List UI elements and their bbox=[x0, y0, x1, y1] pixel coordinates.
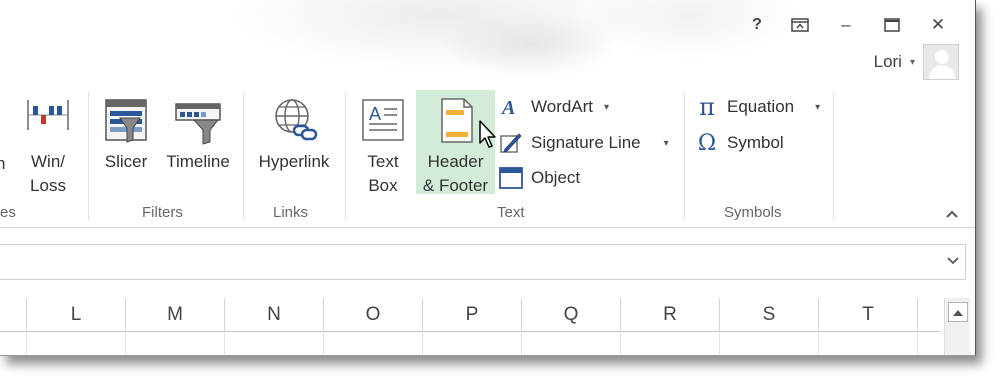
cell[interactable] bbox=[621, 333, 720, 355]
winloss-sparkline-button[interactable]: Win/ Loss bbox=[22, 96, 74, 198]
minimize-button[interactable]: – bbox=[823, 12, 869, 38]
chevron-down-icon[interactable]: ▾ bbox=[910, 57, 915, 68]
svg-text:A: A bbox=[500, 97, 515, 118]
window-controls: ? – ✕ bbox=[737, 12, 961, 38]
text-box-label-1: Text bbox=[367, 152, 399, 171]
winloss-icon bbox=[24, 96, 72, 146]
account-area[interactable]: Lori ▾ bbox=[874, 44, 959, 80]
hyperlink-button[interactable]: Hyperlink bbox=[252, 96, 336, 174]
chevron-down-icon[interactable]: ▾ bbox=[815, 102, 820, 113]
hyperlink-label: Hyperlink bbox=[258, 152, 330, 171]
cell[interactable] bbox=[27, 333, 126, 355]
wordart-icon: A bbox=[498, 94, 524, 120]
column-header[interactable]: M bbox=[126, 298, 225, 332]
equation-button[interactable]: π Equation ▾ bbox=[694, 92, 820, 122]
object-label: Object bbox=[531, 168, 581, 187]
object-icon bbox=[498, 165, 524, 191]
group-label-text: Text bbox=[497, 204, 525, 221]
slicer-button[interactable]: Slicer bbox=[100, 96, 152, 174]
group-divider bbox=[345, 92, 346, 220]
winloss-label-1: Win/ bbox=[31, 152, 65, 171]
worksheet-grid: L M N O P Q R S T bbox=[0, 298, 940, 355]
text-box-label-2: Box bbox=[368, 176, 398, 195]
header-footer-icon bbox=[432, 96, 480, 146]
excel-window: ? – ✕ Lori ▾ Win/ Loss es Slicer Timelin… bbox=[0, 0, 976, 356]
slicer-icon bbox=[102, 96, 150, 146]
wordart-button[interactable]: A WordArt ▾ bbox=[498, 92, 609, 122]
formula-bar-input[interactable] bbox=[0, 244, 966, 280]
maximize-icon bbox=[884, 18, 900, 32]
group-divider bbox=[684, 92, 685, 220]
scroll-up-button[interactable] bbox=[948, 302, 968, 322]
object-button[interactable]: Object bbox=[498, 163, 580, 193]
cell[interactable] bbox=[819, 333, 918, 355]
symbol-button[interactable]: Ω Symbol bbox=[694, 128, 784, 158]
column-headers: L M N O P Q R S T bbox=[0, 298, 940, 332]
slicer-label: Slicer bbox=[104, 152, 148, 171]
group-divider bbox=[833, 92, 834, 220]
close-button[interactable]: ✕ bbox=[915, 12, 961, 38]
table-row bbox=[0, 333, 940, 355]
title-bar: ? – ✕ Lori ▾ bbox=[0, 0, 975, 86]
timeline-button[interactable]: Timeline bbox=[160, 96, 236, 174]
cell[interactable] bbox=[423, 333, 522, 355]
group-label-filters: Filters bbox=[142, 204, 183, 221]
partial-sparkline-label: n bbox=[0, 152, 5, 176]
cell[interactable] bbox=[324, 333, 423, 355]
column-header[interactable]: N bbox=[225, 298, 324, 332]
text-box-icon: A bbox=[359, 96, 407, 146]
column-header[interactable]: S bbox=[720, 298, 819, 332]
collapse-ribbon-button[interactable] bbox=[945, 206, 959, 222]
mouse-cursor-icon bbox=[479, 120, 496, 148]
chevron-down-icon: ▾ bbox=[604, 101, 610, 113]
text-box-button[interactable]: A Text Box bbox=[356, 96, 410, 198]
equation-label: Equation bbox=[727, 97, 795, 116]
cell[interactable] bbox=[126, 333, 225, 355]
group-label-links: Links bbox=[273, 204, 309, 221]
group-divider bbox=[243, 92, 244, 220]
partial-sparkline-button[interactable]: n bbox=[0, 152, 5, 176]
group-label-symbols: Symbols bbox=[724, 204, 782, 221]
avatar[interactable] bbox=[923, 44, 959, 80]
help-button[interactable]: ? bbox=[737, 12, 777, 38]
triangle-up-icon bbox=[953, 309, 963, 316]
group-label-sparklines: es bbox=[0, 204, 16, 221]
signature-line-label: Signature Line bbox=[531, 133, 641, 152]
signature-pen-icon bbox=[498, 130, 524, 156]
svg-text:A: A bbox=[369, 104, 381, 124]
timeline-label: Timeline bbox=[166, 152, 230, 171]
cell[interactable] bbox=[522, 333, 621, 355]
expand-formula-bar-icon[interactable] bbox=[947, 253, 959, 268]
header-footer-label-2: & Footer bbox=[422, 176, 489, 195]
vertical-scrollbar[interactable] bbox=[944, 298, 970, 355]
cell[interactable] bbox=[225, 333, 324, 355]
chevron-down-icon[interactable]: ▾ bbox=[664, 138, 669, 149]
column-header[interactable]: T bbox=[819, 298, 918, 332]
pi-icon: π bbox=[699, 93, 715, 121]
symbol-label: Symbol bbox=[727, 133, 784, 152]
cell[interactable] bbox=[720, 333, 819, 355]
column-header[interactable]: R bbox=[621, 298, 720, 332]
chevron-up-icon bbox=[946, 210, 958, 218]
omega-icon: Ω bbox=[697, 130, 717, 156]
group-divider bbox=[88, 92, 89, 220]
header-footer-label-1: Header bbox=[427, 152, 484, 171]
column-header[interactable]: L bbox=[27, 298, 126, 332]
maximize-button[interactable] bbox=[869, 12, 915, 38]
signature-line-button[interactable]: Signature Line ▾ bbox=[498, 128, 669, 158]
winloss-label-2: Loss bbox=[30, 176, 66, 195]
timeline-icon bbox=[174, 96, 222, 146]
column-header[interactable]: Q bbox=[522, 298, 621, 332]
globe-link-icon bbox=[270, 96, 318, 146]
user-name[interactable]: Lori bbox=[874, 52, 902, 72]
column-header[interactable]: P bbox=[423, 298, 522, 332]
ribbon-insert-tab: n Win/ Loss es bbox=[0, 86, 975, 228]
ribbon-display-options-button[interactable] bbox=[777, 12, 823, 38]
wordart-label: WordArt bbox=[531, 97, 594, 116]
column-header[interactable]: O bbox=[324, 298, 423, 332]
ribbon-display-icon bbox=[791, 18, 809, 32]
